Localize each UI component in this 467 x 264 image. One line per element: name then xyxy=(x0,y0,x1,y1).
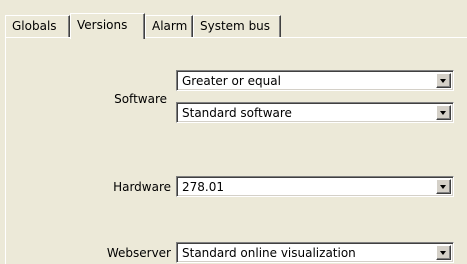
chevron-down-icon xyxy=(440,111,446,115)
tab-strip: Globals Versions Alarm System bus xyxy=(5,13,467,39)
webserver-value: Standard online visualization xyxy=(182,246,356,260)
chevron-down-icon xyxy=(440,185,446,189)
software-type-value: Standard software xyxy=(182,106,292,120)
software-comparison-dropdown-button[interactable] xyxy=(436,73,451,88)
hardware-dropdown-button[interactable] xyxy=(436,179,451,194)
software-comparison-value: Greater or equal xyxy=(182,74,281,88)
software-type-select[interactable]: Standard software xyxy=(176,102,454,123)
tab-globals[interactable]: Globals xyxy=(5,15,70,37)
software-type-dropdown-button[interactable] xyxy=(436,105,451,120)
webserver-dropdown-button[interactable] xyxy=(436,245,451,260)
properties-dialog: Globals Versions Alarm System bus Softwa… xyxy=(0,0,467,264)
tab-versions[interactable]: Versions xyxy=(70,13,145,39)
webserver-select[interactable]: Standard online visualization xyxy=(176,242,454,263)
tab-alarm[interactable]: Alarm xyxy=(145,15,193,37)
software-comparison-select[interactable]: Greater or equal xyxy=(176,70,454,91)
webserver-label: Webserver xyxy=(106,246,171,260)
tab-system-bus[interactable]: System bus xyxy=(193,15,281,37)
chevron-down-icon xyxy=(440,251,446,255)
hardware-value: 278.01 xyxy=(182,180,224,194)
hardware-select[interactable]: 278.01 xyxy=(176,176,454,197)
chevron-down-icon xyxy=(440,79,446,83)
software-label: Software xyxy=(114,92,167,106)
hardware-label: Hardware xyxy=(113,180,171,194)
